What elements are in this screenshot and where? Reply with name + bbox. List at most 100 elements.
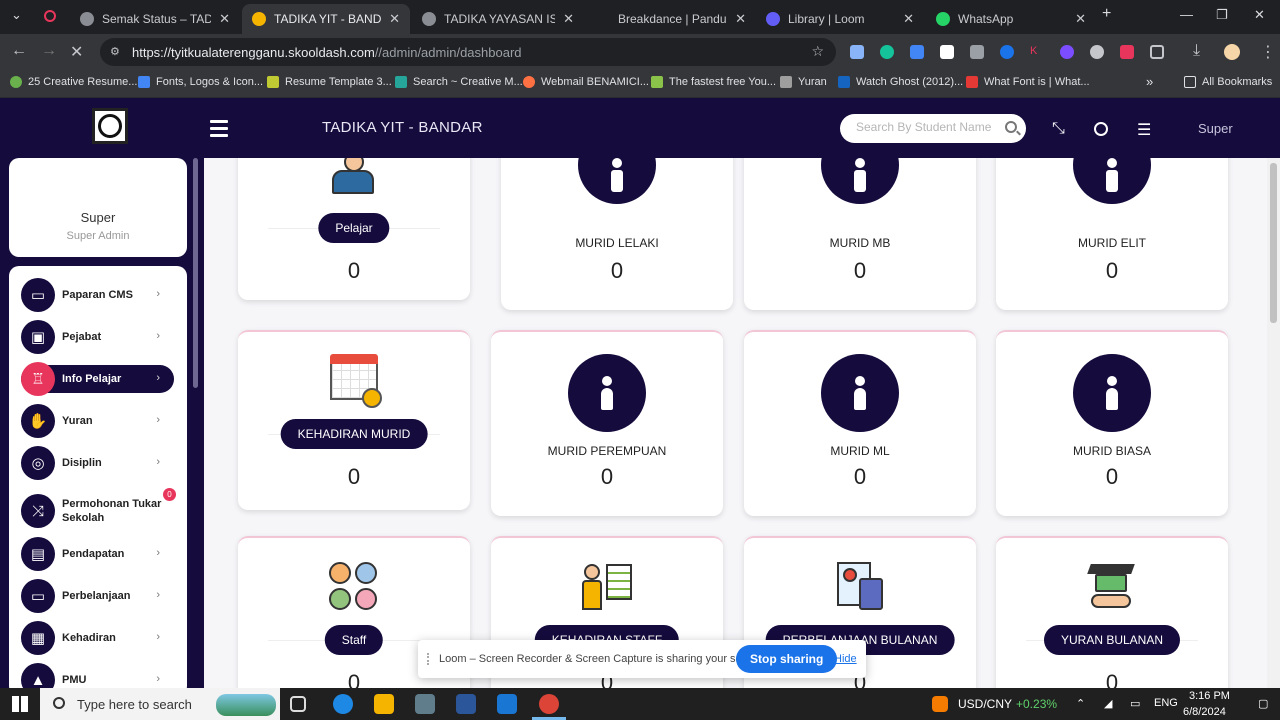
tab-semak-status[interactable]: Semak Status – TADIKA YI ✕	[70, 4, 240, 34]
download-icon[interactable]: ⤓	[1193, 42, 1200, 60]
card-murid-biasa[interactable]: MURID BIASA 0	[996, 330, 1228, 516]
ticker-label[interactable]: USD/CNY	[958, 697, 1012, 711]
tab-tadika-yayasan[interactable]: TADIKA YAYASAN ISLAM ✕	[412, 4, 584, 34]
code-extension-icon[interactable]	[850, 45, 864, 59]
k-extension-icon[interactable]: K	[1030, 45, 1044, 59]
bookmark-item[interactable]: Search ~ Creative M...	[395, 76, 523, 88]
extension-icon[interactable]	[1000, 45, 1014, 59]
minimize-icon[interactable]: —	[1180, 7, 1193, 22]
hamburger-menu-icon[interactable]	[210, 120, 228, 141]
card-label-button[interactable]: Staff	[324, 625, 384, 655]
bookmark-item[interactable]: Resume Template 3...	[267, 76, 392, 88]
more-bookmarks-icon[interactable]: »	[1146, 74, 1153, 89]
stop-sharing-button[interactable]: Stop sharing	[736, 645, 838, 673]
settings-list-icon[interactable]: ☰	[1137, 120, 1151, 140]
clock-date[interactable]: 6/8/2024	[1183, 706, 1226, 718]
sidebar-item-info-pelajar[interactable]: ♖ Info Pelajar ›	[21, 362, 174, 396]
sidebar-scrollbar[interactable]	[193, 158, 198, 388]
card-murid-mb[interactable]: MURID MB 0	[744, 158, 976, 310]
extension-icon[interactable]	[1090, 45, 1104, 59]
word-icon[interactable]	[456, 694, 476, 714]
close-icon[interactable]: ✕	[563, 11, 574, 27]
tab-breakdance[interactable]: Breakdance | Panduan Gu ✕	[586, 4, 756, 34]
forward-icon[interactable]: →	[41, 42, 57, 60]
window-close-icon[interactable]: ✕	[1254, 7, 1265, 23]
sidebar-item-permohonan-tukar-sekolah[interactable]: ⤨ Permohonan Tukar Sekolah 0	[21, 488, 176, 528]
back-icon[interactable]: ←	[11, 42, 27, 60]
close-icon[interactable]: ✕	[903, 11, 914, 27]
store-icon[interactable]	[415, 694, 435, 714]
restore-icon[interactable]: ❐	[1216, 7, 1228, 23]
chrome-icon[interactable]	[539, 694, 559, 714]
camera-extension-icon[interactable]	[970, 45, 984, 59]
bookmark-item[interactable]: Watch Ghost (2012)...	[838, 76, 963, 88]
card-murid-perempuan[interactable]: MURID PEREMPUAN 0	[491, 330, 723, 516]
scrollbar-thumb[interactable]	[1270, 163, 1277, 323]
file-explorer-icon[interactable]	[374, 694, 394, 714]
windows-start-icon[interactable]	[12, 696, 28, 712]
compress-icon[interactable]: ⤡	[1052, 120, 1065, 138]
grammarly-icon[interactable]	[880, 45, 894, 59]
bookmark-star-icon[interactable]: ☆	[811, 43, 824, 60]
card-murid-ml[interactable]: MURID ML 0	[744, 330, 976, 516]
menu-kebab-icon[interactable]: ⋮	[1260, 42, 1276, 62]
close-icon[interactable]: ✕	[735, 11, 746, 27]
close-icon[interactable]: ✕	[389, 11, 400, 27]
sidebar-item-perbelanjaan[interactable]: ▭ Perbelanjaan ›	[21, 579, 174, 613]
bookmark-item[interactable]: The fastest free You...	[651, 76, 776, 88]
card-pelajar[interactable]: Pelajar 0	[238, 158, 470, 300]
card-yuran-bulanan[interactable]: YURAN BULANAN 0	[996, 536, 1228, 688]
site-info-icon[interactable]: ⚙	[110, 45, 120, 58]
sidebar-item-disiplin[interactable]: ◎ Disiplin ›	[21, 446, 174, 480]
extension-icon[interactable]	[1060, 45, 1074, 59]
student-search-input[interactable]	[856, 120, 996, 134]
tab-loom-library[interactable]: Library | Loom ✕	[756, 4, 924, 34]
battery-icon[interactable]: ▭	[1130, 697, 1140, 710]
sidebar-item-paparan-cms[interactable]: ▭ Paparan CMS ›	[21, 278, 174, 312]
card-murid-lelaki[interactable]: MURID LELAKI 0	[501, 158, 733, 310]
sidebar-item-kehadiran[interactable]: ▦ Kehadiran ›	[21, 621, 174, 655]
header-user[interactable]: Super	[1198, 121, 1233, 136]
extension-icon[interactable]	[940, 45, 954, 59]
search-icon[interactable]	[1005, 121, 1017, 133]
card-murid-elit[interactable]: MURID ELIT 0	[996, 158, 1228, 310]
bookmark-item[interactable]: What Font is | What...	[966, 76, 1090, 88]
bookmark-item[interactable]: Yuran	[780, 76, 827, 88]
extensions-puzzle-icon[interactable]	[1150, 45, 1164, 59]
new-tab-icon[interactable]: +	[1102, 5, 1111, 23]
close-icon[interactable]: ✕	[1075, 11, 1086, 27]
all-bookmarks[interactable]: All Bookmarks	[1184, 76, 1272, 88]
stop-loading-icon[interactable]: ✕	[70, 42, 83, 62]
bookmark-item[interactable]: Webmail BENAMICI...	[523, 76, 649, 88]
record-icon[interactable]	[44, 10, 56, 22]
tab-tadika-yit[interactable]: TADIKA YIT - BANDAR ✕	[242, 4, 410, 34]
taskbar-search[interactable]: Type here to search	[40, 688, 280, 720]
card-label-button[interactable]: Pelajar	[318, 213, 390, 243]
clock-icon[interactable]	[1094, 122, 1108, 136]
task-view-icon[interactable]	[290, 696, 306, 712]
page-scrollbar[interactable]	[1267, 158, 1280, 688]
sidebar-item-yuran[interactable]: ✋ Yuran ›	[21, 404, 174, 438]
tab-search-icon[interactable]: ⌄	[11, 7, 22, 23]
sidebar-item-pendapatan[interactable]: ▤ Pendapatan ›	[21, 537, 174, 571]
extension-icon[interactable]	[1120, 45, 1134, 59]
school-logo[interactable]	[92, 108, 128, 144]
bookmark-item[interactable]: Fonts, Logos & Icon...	[138, 76, 263, 88]
profile-avatar-icon[interactable]	[1224, 44, 1240, 60]
edge-icon[interactable]	[333, 694, 353, 714]
extension-icon[interactable]	[910, 45, 924, 59]
notifications-icon[interactable]: ▢	[1258, 697, 1268, 710]
drag-handle-icon[interactable]	[427, 653, 431, 665]
hide-link[interactable]: Hide	[834, 653, 857, 665]
card-label-button[interactable]: KEHADIRAN MURID	[280, 419, 428, 449]
address-bar[interactable]: ⚙ https://tyitkualaterengganu.skooldash.…	[100, 38, 836, 66]
show-hidden-icons[interactable]: ⌃	[1076, 697, 1085, 710]
clock-time[interactable]: 3:16 PM	[1189, 690, 1230, 702]
card-label-button[interactable]: YURAN BULANAN	[1043, 625, 1181, 655]
language-indicator[interactable]: ENG	[1154, 697, 1178, 709]
card-kehadiran-murid[interactable]: KEHADIRAN MURID 0	[238, 330, 470, 510]
wifi-icon[interactable]: ◢	[1104, 697, 1112, 710]
mail-icon[interactable]	[497, 694, 517, 714]
tab-whatsapp[interactable]: WhatsApp ✕	[926, 4, 1096, 34]
bookmark-item[interactable]: 25 Creative Resume...	[10, 76, 137, 88]
